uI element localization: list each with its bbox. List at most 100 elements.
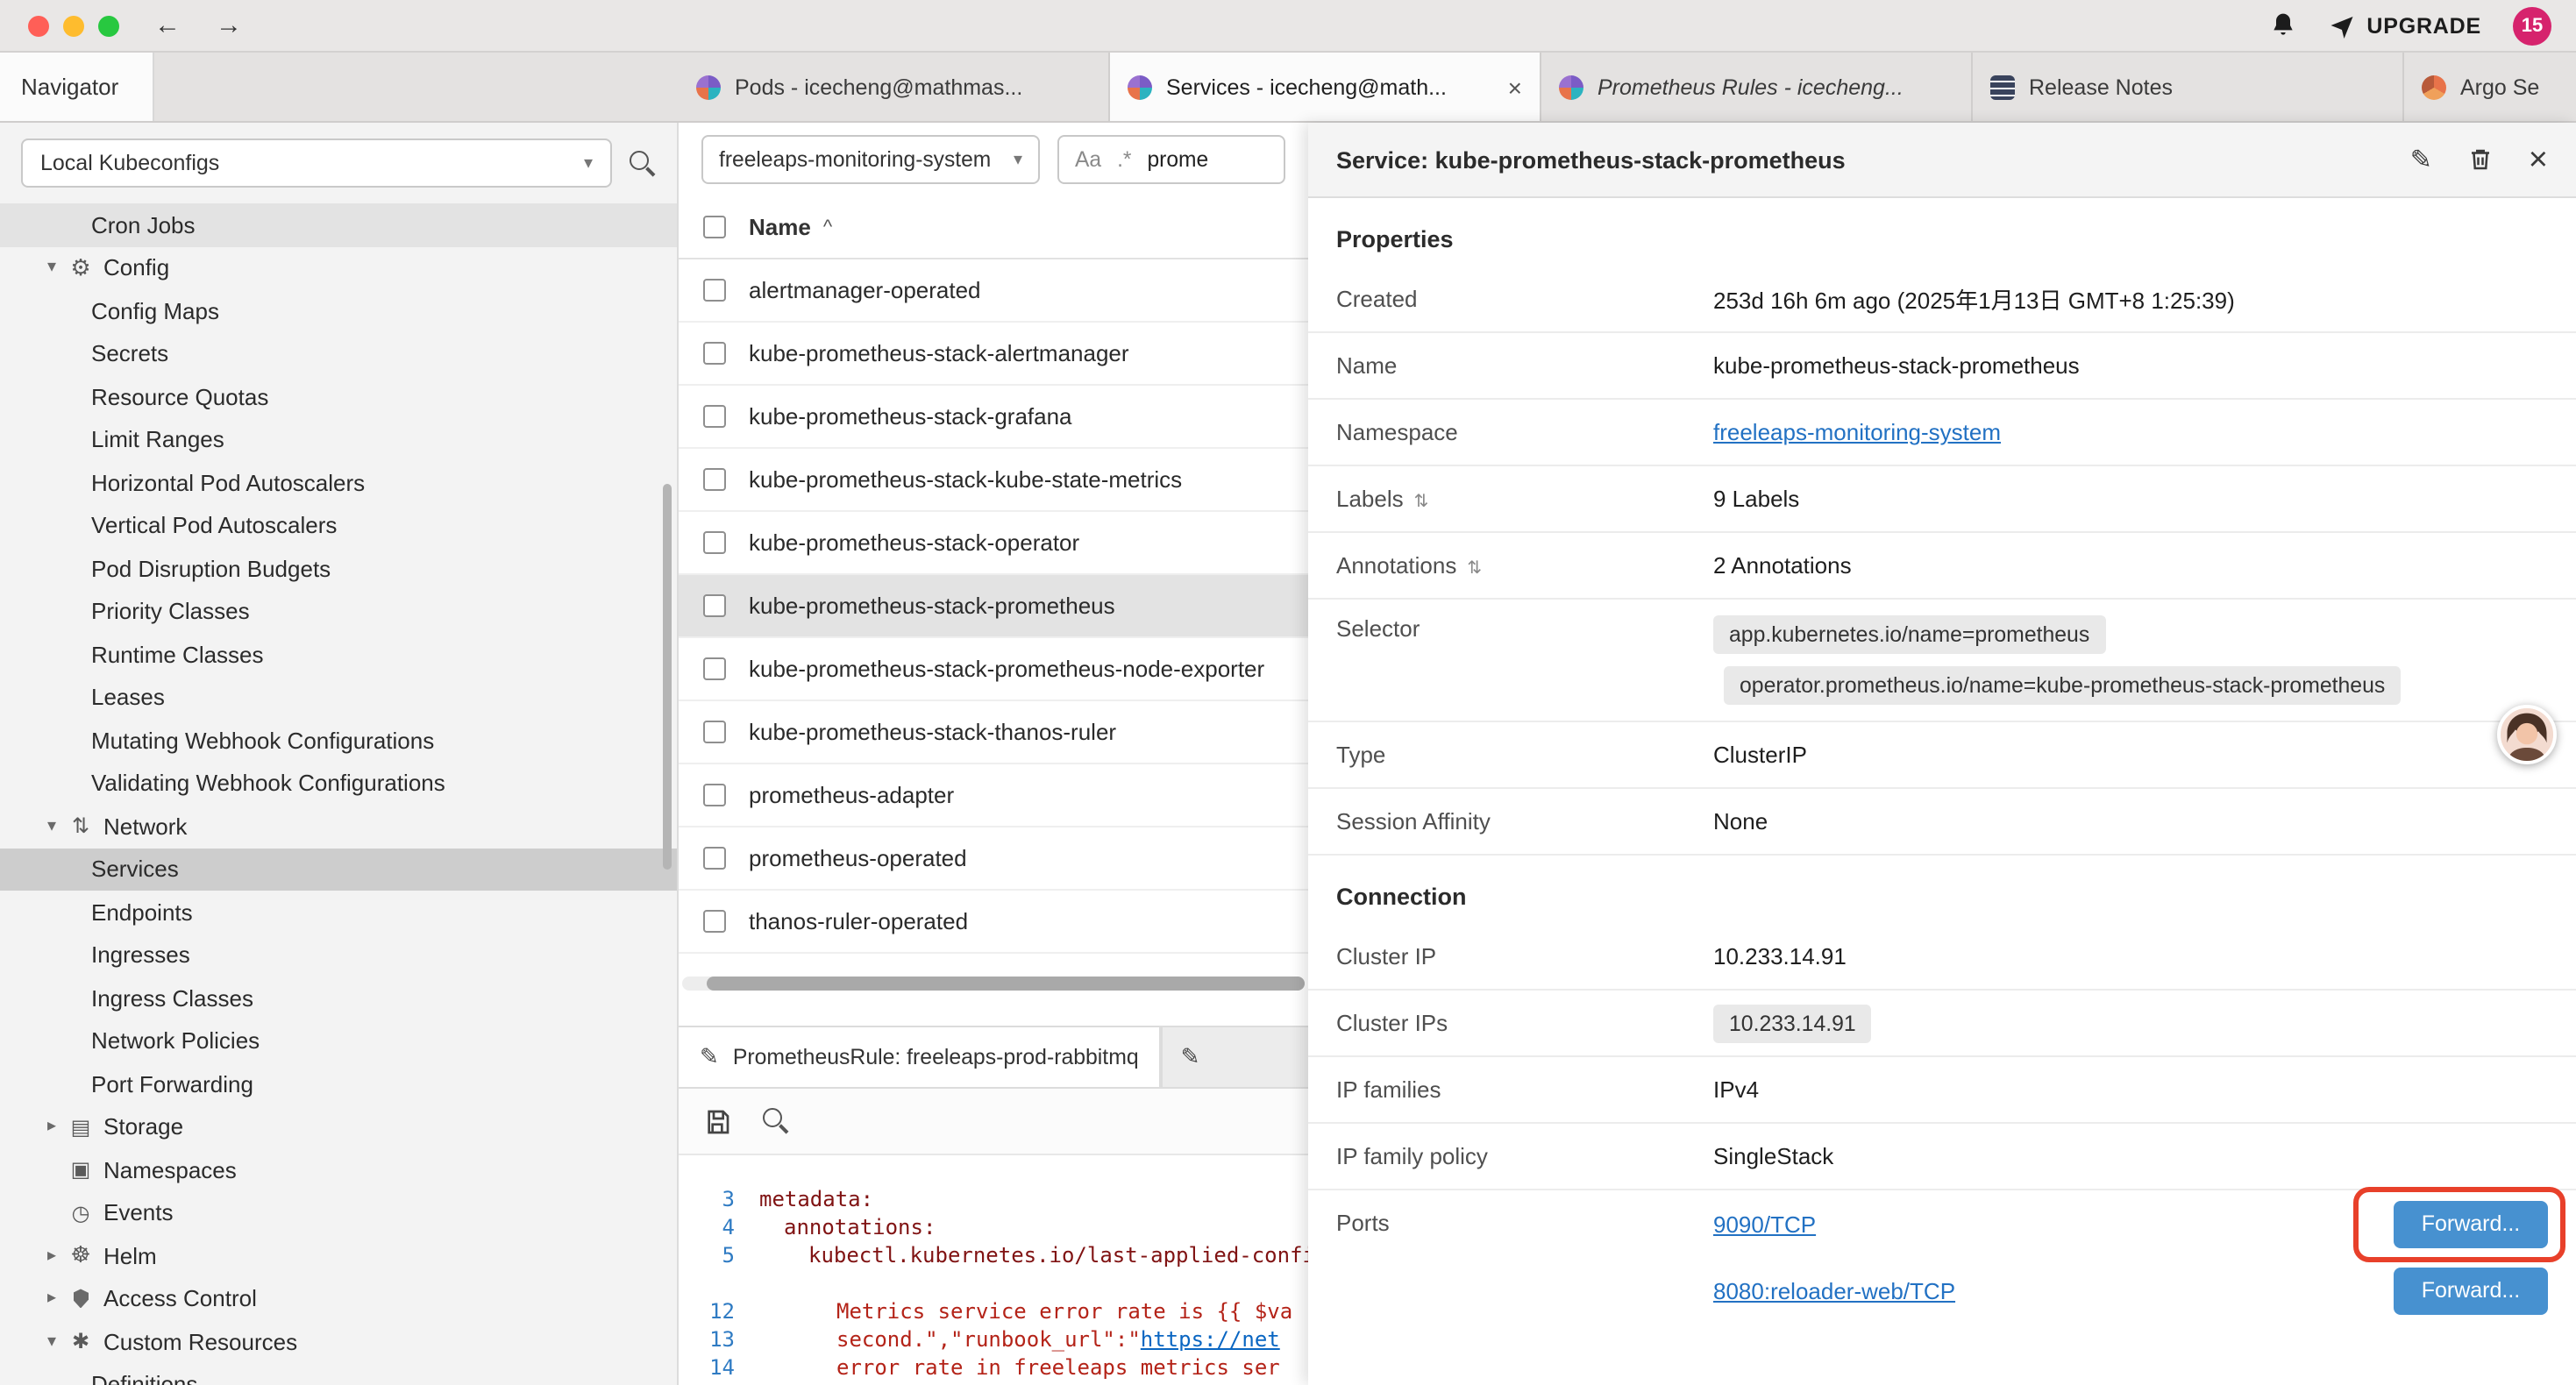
editor-tab[interactable]: Release Notes [1973, 53, 2404, 121]
close-button[interactable] [2529, 143, 2548, 176]
row-checkbox[interactable] [703, 847, 726, 870]
forward-button[interactable]: Forward... [2394, 1200, 2548, 1247]
row-checkbox[interactable] [703, 279, 726, 302]
sidebar-item[interactable]: Network [0, 805, 677, 848]
sidebar-item[interactable]: Config [0, 246, 677, 289]
regex-toggle[interactable]: .* [1117, 147, 1131, 172]
row-checkbox[interactable] [703, 657, 726, 680]
chevron-icon[interactable] [39, 817, 65, 836]
sidebar-item[interactable]: Ingress Classes [0, 977, 677, 1019]
select-all-checkbox[interactable] [703, 216, 726, 238]
edit-button[interactable] [2410, 144, 2432, 175]
sidebar-item[interactable]: Storage [0, 1105, 677, 1148]
sidebar-item[interactable]: Network Policies [0, 1019, 677, 1062]
dock-tab[interactable]: PrometheusRule: freeleaps-prod-rabbitmq [679, 1027, 1162, 1087]
chevron-icon[interactable] [39, 1246, 65, 1266]
chevron-icon[interactable] [39, 1332, 65, 1352]
table-row[interactable]: kube-prometheus-stack-grafana [679, 386, 1308, 449]
dock-tab-partial[interactable] [1162, 1027, 1308, 1087]
save-button[interactable] [703, 1107, 731, 1135]
sidebar-item[interactable]: Definitions [0, 1363, 677, 1385]
sidebar-item[interactable]: Cron Jobs [0, 203, 677, 246]
sidebar-item[interactable]: Mutating Webhook Configurations [0, 719, 677, 762]
table-row[interactable]: kube-prometheus-stack-prometheus [679, 575, 1308, 638]
port-link[interactable]: 8080:reloader-web/TCP [1713, 1277, 1955, 1303]
chevron-icon[interactable] [39, 259, 65, 278]
sidebar-item[interactable]: Leases [0, 676, 677, 719]
sidebar-item[interactable]: Access Control [0, 1277, 677, 1320]
sidebar-item[interactable]: Resource Quotas [0, 375, 677, 418]
match-case-toggle[interactable]: Aa [1075, 147, 1101, 172]
upgrade-button[interactable]: UPGRADE [2328, 12, 2481, 39]
code-text: kubectl.kubernetes.io/last-applied-confi… [759, 1243, 1308, 1268]
search-input[interactable]: Aa .* prome [1057, 135, 1285, 184]
row-checkbox[interactable] [703, 405, 726, 428]
sidebar-item[interactable]: Endpoints [0, 891, 677, 934]
row-checkbox[interactable] [703, 531, 726, 554]
row-checkbox[interactable] [703, 468, 726, 491]
row-checkbox[interactable] [703, 721, 726, 743]
table-row[interactable]: thanos-ruler-operated [679, 891, 1308, 954]
horizontal-scrollbar[interactable] [682, 977, 1305, 991]
table-row[interactable]: alertmanager-operated [679, 259, 1308, 323]
forward-button[interactable]: Forward... [2394, 1267, 2548, 1314]
sidebar-item[interactable]: Config Maps [0, 289, 677, 332]
sidebar-item[interactable]: Runtime Classes [0, 633, 677, 676]
sidebar-item[interactable]: Custom Resources [0, 1320, 677, 1363]
zoom-window-button[interactable] [98, 15, 119, 36]
forward-button[interactable]: → [216, 12, 242, 39]
sidebar-item-label: Helm [103, 1243, 157, 1269]
assistant-avatar[interactable] [2497, 705, 2557, 764]
kubeconfig-selector[interactable]: Local Kubeconfigs [21, 138, 612, 188]
table-row[interactable]: kube-prometheus-stack-alertmanager [679, 323, 1308, 386]
sidebar-item[interactable]: Ingresses [0, 934, 677, 977]
name-column-header[interactable]: Name [749, 214, 811, 240]
sidebar-item[interactable]: Limit Ranges [0, 418, 677, 461]
namespace-link[interactable]: freeleaps-monitoring-system [1713, 419, 2001, 445]
sidebar-scrollbar[interactable] [663, 484, 672, 870]
close-window-button[interactable] [28, 15, 49, 36]
sidebar-item[interactable]: Validating Webhook Configurations [0, 762, 677, 805]
editor-tab[interactable]: Pods - icecheng@mathmas... [679, 53, 1110, 121]
table-row[interactable]: kube-prometheus-stack-thanos-ruler [679, 701, 1308, 764]
notifications-bell-icon[interactable] [2268, 11, 2296, 40]
row-checkbox[interactable] [703, 594, 726, 617]
editor-tab[interactable]: Argo Se [2404, 53, 2576, 121]
sidebar-search-icon[interactable] [630, 150, 656, 176]
chevron-icon[interactable] [39, 1289, 65, 1309]
sidebar-item[interactable]: Port Forwarding [0, 1062, 677, 1105]
table-row[interactable]: kube-prometheus-stack-prometheus-node-ex… [679, 638, 1308, 701]
editor-search-button[interactable] [763, 1108, 789, 1134]
expand-sort-icon[interactable] [1467, 552, 1482, 579]
delete-button[interactable] [2467, 146, 2494, 174]
port-link[interactable]: 9090/TCP [1713, 1211, 1816, 1237]
sidebar-item[interactable]: Horizontal Pod Autoscalers [0, 461, 677, 504]
sidebar-item[interactable]: Priority Classes [0, 590, 677, 633]
minimize-window-button[interactable] [63, 15, 84, 36]
sidebar-item[interactable]: Services [0, 848, 677, 891]
chevron-icon[interactable] [39, 1118, 65, 1137]
back-button[interactable]: ← [154, 12, 181, 39]
tab-close-icon[interactable]: × [1508, 75, 1522, 99]
sidebar-item[interactable]: Namespaces [0, 1148, 677, 1191]
editor-tab[interactable]: Prometheus Rules - icecheng... [1541, 53, 1973, 121]
row-checkbox[interactable] [703, 342, 726, 365]
row-checkbox[interactable] [703, 910, 726, 933]
table-row[interactable]: prometheus-operated [679, 827, 1308, 891]
row-checkbox[interactable] [703, 784, 726, 806]
expand-sort-icon[interactable] [1414, 486, 1429, 512]
sidebar-item[interactable]: Helm [0, 1234, 677, 1277]
notification-badge[interactable]: 15 [2513, 6, 2551, 45]
sidebar-item[interactable]: Secrets [0, 332, 677, 375]
table-row[interactable]: kube-prometheus-stack-operator [679, 512, 1308, 575]
sidebar-item[interactable]: Events [0, 1191, 677, 1234]
code-editor[interactable]: 3 metadata: 4 annotations: 5 kubectl.kub… [679, 1155, 1308, 1385]
namespace-filter[interactable]: freeleaps-monitoring-system [701, 135, 1040, 184]
horizontal-scrollbar-thumb[interactable] [707, 977, 1305, 991]
table-row[interactable]: prometheus-adapter [679, 764, 1308, 827]
editor-tab[interactable]: Services - icecheng@math... × [1110, 53, 1541, 121]
property-row-selector: Selector app.kubernetes.io/name=promethe… [1308, 600, 2576, 722]
sidebar-item[interactable]: Vertical Pod Autoscalers [0, 504, 677, 547]
sidebar-item[interactable]: Pod Disruption Budgets [0, 547, 677, 590]
table-row[interactable]: kube-prometheus-stack-kube-state-metrics [679, 449, 1308, 512]
